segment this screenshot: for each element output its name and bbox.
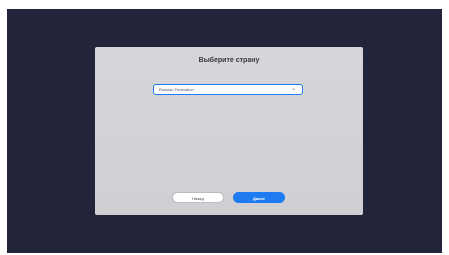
- country-selection-dialog: Выберите страну Russian Federation ⌄ Наз…: [95, 47, 363, 215]
- next-button[interactable]: Далее: [233, 192, 285, 203]
- back-button[interactable]: Назад: [172, 192, 224, 203]
- chevron-down-icon: ⌄: [290, 86, 296, 92]
- country-select[interactable]: Russian Federation ⌄: [153, 84, 303, 95]
- screen-background: Выберите страну Russian Federation ⌄ Наз…: [7, 9, 442, 253]
- dialog-title: Выберите страну: [198, 57, 260, 64]
- country-select-value: Russian Federation: [159, 87, 194, 92]
